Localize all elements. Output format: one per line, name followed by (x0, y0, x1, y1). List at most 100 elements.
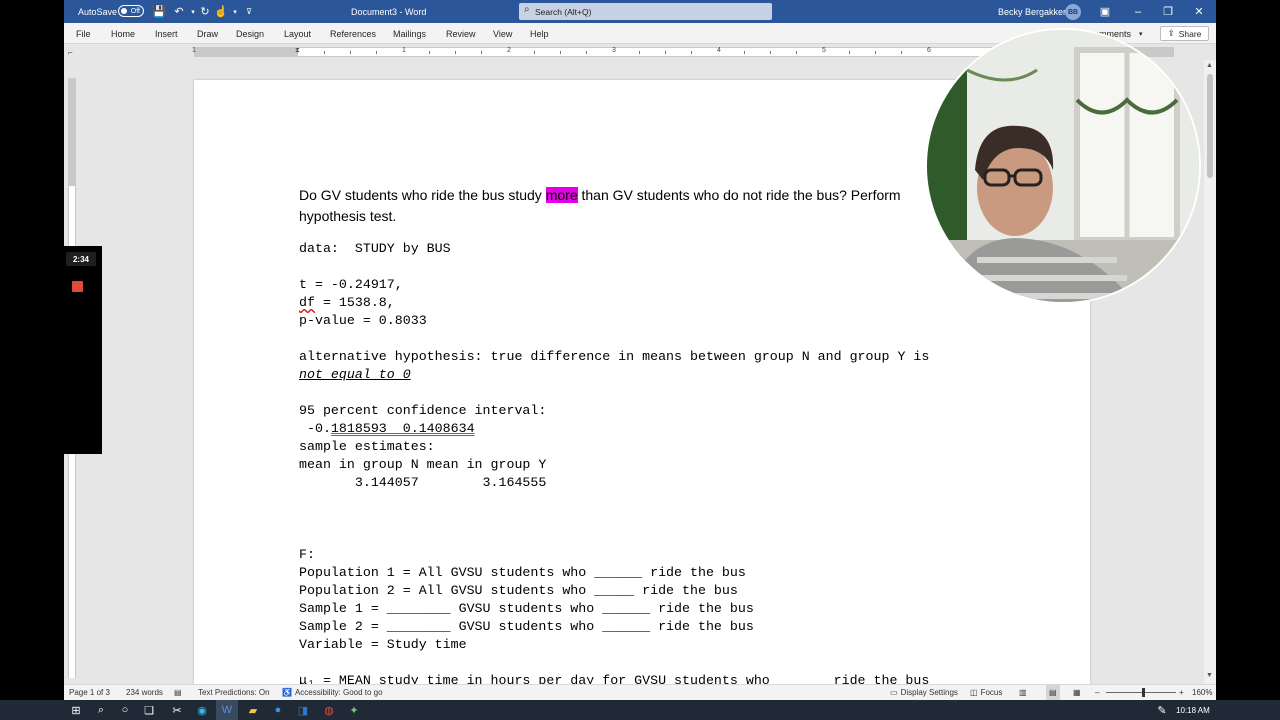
screen: AutoSave Off 💾 ↶ ▾ ↻ ☝ ▾ ⊽ Document3 - W… (0, 0, 1280, 720)
tab-review[interactable]: Review (446, 23, 476, 44)
ruler-tick (849, 51, 850, 54)
avatar[interactable]: BB (1065, 4, 1081, 20)
chrome-icon[interactable]: ◍ (318, 700, 340, 720)
scrollbar-thumb[interactable] (1207, 74, 1213, 178)
read-mode-icon[interactable]: ▥ (1019, 685, 1027, 700)
vertical-scrollbar[interactable]: ▲ ▼ (1204, 60, 1216, 684)
text-predictions[interactable]: Text Predictions: On (198, 685, 270, 700)
ruler-tick (770, 51, 771, 54)
print-layout-icon[interactable]: ▤ (1046, 685, 1060, 700)
tab-file[interactable]: File (76, 23, 91, 44)
status-bar: Page 1 of 3 234 words ▤ Text Predictions… (64, 684, 1216, 700)
edge-browser-icon[interactable]: ◉ (191, 700, 213, 720)
share-label: Share (1178, 28, 1202, 39)
text-run: Do GV students who ride the bus study (299, 187, 546, 203)
grammar-flagged-text: 1818593 0.1408634 (330, 421, 475, 436)
tab-layout[interactable]: Layout (284, 23, 311, 44)
touch-mode-icon[interactable]: ☝ (214, 0, 228, 23)
vertical-ruler-margin (69, 78, 75, 186)
means-values: 3.144057 3.164555 (299, 475, 547, 490)
word-count[interactable]: 234 words (126, 685, 163, 700)
sample-estimates-label: sample estimates: (299, 439, 435, 454)
focus-button[interactable]: ◫ Focus (970, 685, 1002, 700)
population-2-line: Population 2 = All GVSU students who ___… (299, 583, 738, 598)
ruler-number: 1 (402, 47, 406, 54)
user-name[interactable]: Becky Bergakker (998, 0, 1066, 23)
accessibility-label: Accessibility: Good to go (294, 688, 383, 697)
maximize-icon[interactable]: ❐ (1153, 0, 1183, 23)
file-explorer-icon[interactable]: ▰ (242, 700, 264, 720)
ruler-tick (324, 51, 325, 54)
tab-home[interactable]: Home (111, 23, 135, 44)
ribbon-display-icon[interactable]: ▣ (1090, 0, 1120, 23)
confidence-interval-label: 95 percent confidence interval: (299, 403, 547, 418)
tab-selector-icon[interactable]: ⌐ (68, 48, 73, 57)
autosave-toggle[interactable]: Off (118, 5, 144, 17)
autosave-label: AutoSave (78, 6, 118, 17)
save-icon[interactable]: 💾 (152, 0, 166, 23)
ruler-tick (744, 51, 745, 54)
system-clock[interactable]: 10:18 AM (1176, 700, 1210, 720)
tab-help[interactable]: Help (530, 23, 549, 44)
zoom-level[interactable]: 160% (1192, 685, 1212, 700)
word-app-icon[interactable]: W (216, 700, 238, 720)
df-line: df = 1538.8, (299, 295, 395, 310)
ruler-tick (376, 51, 377, 54)
accessibility-status[interactable]: ♿ Accessibility: Good to go (282, 685, 383, 700)
sample-1-line: Sample 1 = ________ GVSU students who __… (299, 601, 754, 616)
undo-icon[interactable]: ↶ (172, 0, 186, 23)
search-placeholder: Search (Alt+Q) (535, 6, 592, 17)
accessibility-icon: ♿ (282, 688, 292, 697)
ruler-tick (875, 51, 876, 54)
tab-mailings[interactable]: Mailings (393, 23, 426, 44)
search-box[interactable]: ⌕ Search (Alt+Q) (519, 3, 772, 20)
outlook-icon[interactable]: ◨ (292, 700, 314, 720)
tab-draw[interactable]: Draw (197, 23, 218, 44)
zoom-out-icon[interactable]: – (1095, 685, 1099, 700)
tab-references[interactable]: References (330, 23, 376, 44)
minimize-icon[interactable]: – (1123, 0, 1153, 23)
text-run: than GV students who do not ride the bus… (577, 187, 901, 203)
webcam-image (927, 30, 1199, 302)
zoom-in-icon[interactable]: + (1179, 685, 1184, 700)
zoom-slider[interactable] (1106, 692, 1176, 693)
cortana-icon[interactable]: ○ (114, 700, 136, 720)
focus-icon: ◫ (970, 688, 978, 697)
ruler-tick (586, 51, 587, 54)
zoom-slider-thumb[interactable] (1142, 688, 1145, 697)
means-header: mean in group N mean in group Y (299, 457, 547, 472)
chevron-down-icon: ▾ (1139, 30, 1143, 38)
search-icon: ⌕ (524, 4, 530, 15)
ruler-number: 1 (192, 47, 196, 54)
autosave-state: Off (130, 7, 140, 15)
redo-icon[interactable]: ↻ (198, 0, 212, 23)
alternative-hypothesis-line: alternative hypothesis: true difference … (299, 349, 930, 364)
search-icon[interactable]: ⌕ (90, 700, 112, 720)
touch-mode-dropdown-icon[interactable]: ▾ (228, 0, 242, 23)
windows-start-icon[interactable]: ⊞ (65, 700, 87, 720)
customize-qat-icon[interactable]: ⊽ (242, 0, 256, 23)
text-run: -0. (299, 421, 331, 436)
page-count[interactable]: Page 1 of 3 (69, 685, 110, 700)
pen-icon[interactable]: ✎ (1151, 700, 1173, 720)
task-view-icon[interactable]: ❏ (138, 700, 160, 720)
scroll-up-icon[interactable]: ▲ (1206, 62, 1213, 69)
display-settings[interactable]: ▭ Display Settings (890, 685, 958, 700)
close-icon[interactable]: ✕ (1184, 0, 1214, 23)
web-layout-icon[interactable]: ▦ (1073, 685, 1081, 700)
ruler-tick (455, 51, 456, 54)
indent-marker-icon[interactable]: ⧗ (295, 47, 300, 55)
stop-recording-icon[interactable] (72, 281, 83, 292)
scroll-down-icon[interactable]: ▼ (1206, 672, 1213, 679)
confidence-interval-values: -0.1818593 0.1408634 (299, 421, 475, 436)
tab-view[interactable]: View (493, 23, 512, 44)
question-line-2: hypothesis test. (299, 208, 397, 224)
proofing-icon[interactable]: ▤ (174, 685, 182, 700)
tab-insert[interactable]: Insert (155, 23, 178, 44)
snipping-tool-icon[interactable]: ✂ (166, 700, 188, 720)
highlighted-word: more (545, 187, 578, 203)
tab-design[interactable]: Design (236, 23, 264, 44)
app-icon[interactable]: ✦ (343, 700, 365, 720)
teams-icon[interactable]: ● (267, 700, 289, 720)
share-button[interactable]: ⇪ Share (1160, 26, 1209, 41)
